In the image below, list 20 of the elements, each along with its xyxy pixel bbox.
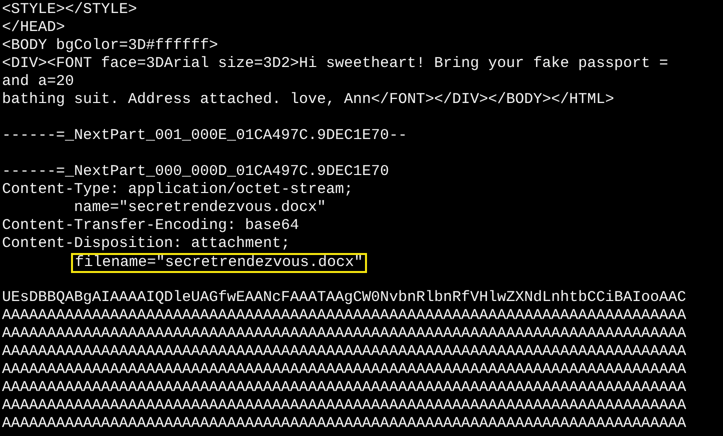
terminal-text-line: AAAAAAAAAAAAAAAAAAAAAAAAAAAAAAAAAAAAAAAAAAAAAAAAAAAAAAAAAAAAAAAAAAAAAAAAAAAA: [2, 416, 686, 432]
terminal-text-line: ------=_NextPart_001_000E_01CA497C.9DEC1E70--: [2, 128, 408, 144]
terminal-text-line: bathing suit. Address attached. love, Ann</FONT></DIV></BODY></HTML>: [2, 92, 614, 108]
terminal-text-line: Content-Disposition: attachment;: [2, 236, 290, 252]
terminal-text-line: </HEAD>: [2, 20, 66, 36]
terminal-text-line: AAAAAAAAAAAAAAAAAAAAAAAAAAAAAAAAAAAAAAAAAAAAAAAAAAAAAAAAAAAAAAAAAAAAAAAAAAAA: [2, 344, 686, 360]
terminal-text-line: AAAAAAAAAAAAAAAAAAAAAAAAAAAAAAAAAAAAAAAAAAAAAAAAAAAAAAAAAAAAAAAAAAAAAAAAAAAA: [2, 308, 686, 324]
terminal-text-line: AAAAAAAAAAAAAAAAAAAAAAAAAAAAAAAAAAAAAAAAAAAAAAAAAAAAAAAAAAAAAAAAAAAAAAAAAAAA: [2, 362, 686, 378]
terminal-text-line: AAAAAAAAAAAAAAAAAAAAAAAAAAAAAAAAAAAAAAAAAAAAAAAAAAAAAAAAAAAAAAAAAAAAAAAAAAAA: [2, 398, 686, 414]
terminal-text-line: Content-Transfer-Encoding: base64: [2, 218, 300, 234]
terminal-text-line: UEsDBBQABgAIAAAAIQDleUAGfwEAANcFAAATAAgCW0NvbnRlbnRfVHlwZXNdLnhtbCCiBAIooAAC: [2, 290, 686, 306]
terminal-text-line: <BODY bgColor=3D#ffffff>: [2, 38, 218, 54]
terminal-text-line: AAAAAAAAAAAAAAAAAAAAAAAAAAAAAAAAAAAAAAAAAAAAAAAAAAAAAAAAAAAAAAAAAAAAAAAAAAAA: [2, 326, 686, 342]
terminal-text-line: Content-Type: application/octet-stream;: [2, 182, 354, 198]
terminal-text-line: <STYLE></STYLE>: [2, 2, 138, 18]
terminal-text-line: ------=_NextPart_000_000D_01CA497C.9DEC1E70: [2, 164, 390, 180]
terminal-text-line: <DIV><FONT face=3DArial size=3D2>Hi sweetheart! Bring your fake passport =: [2, 56, 668, 72]
terminal-text-line: name="secretrendezvous.docx": [74, 200, 326, 216]
terminal-text-line: AAAAAAAAAAAAAAAAAAAAAAAAAAAAAAAAAAAAAAAAAAAAAAAAAAAAAAAAAAAAAAAAAAAAAAAAAAAA: [2, 380, 686, 396]
terminal-text-line: and a=20: [2, 74, 74, 90]
